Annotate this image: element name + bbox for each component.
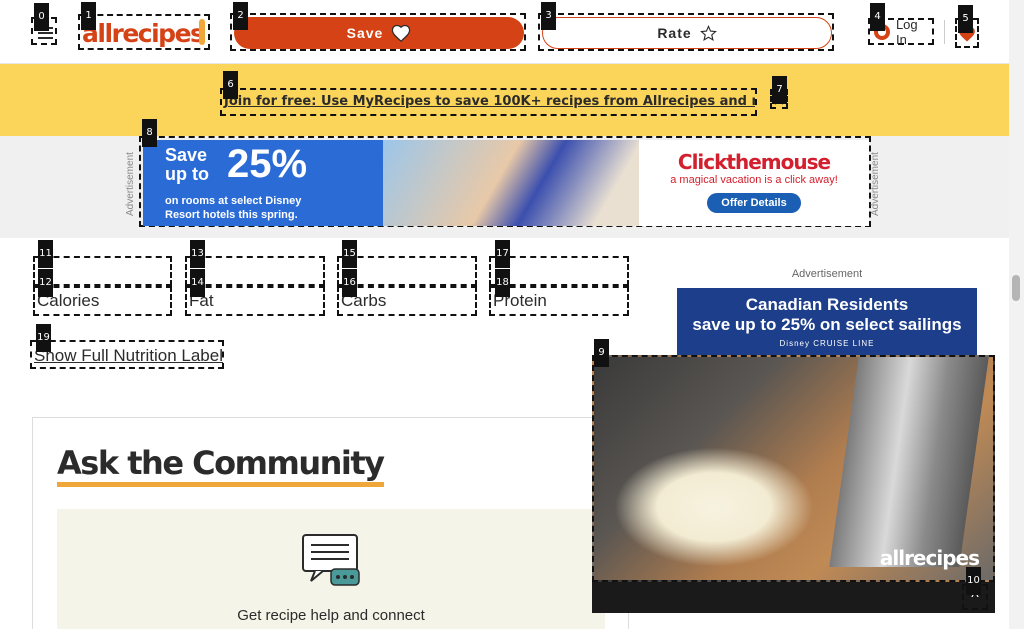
side-ad-banner[interactable]: Canadian Residents save up to 25% on sel… <box>677 288 977 358</box>
save-button-inner: Save <box>234 17 524 49</box>
marker-badge: 0 <box>34 3 49 31</box>
rate-button[interactable]: Rate <box>538 13 834 51</box>
ad-sub-line1: on rooms at select Disney <box>165 195 302 207</box>
rate-button-inner: Rate <box>542 17 832 49</box>
community-title: Ask the Community <box>57 444 385 487</box>
ad-side-label: Advertisement <box>870 152 881 216</box>
video-player[interactable]: allrecipes <box>592 355 995 582</box>
marker-badge: 19 <box>36 324 51 352</box>
marker-badge: 5 <box>958 5 973 33</box>
marker-badge: 4 <box>870 3 885 31</box>
video-cheese <box>614 447 814 567</box>
nutrition-value-calories <box>33 256 172 286</box>
video-control-bar <box>592 582 995 613</box>
save-button[interactable]: Save <box>230 13 526 51</box>
nutrition-label-calories: Calories <box>33 286 172 316</box>
side-ad-line2: save up to 25% on select sailings <box>692 315 962 334</box>
login-label: Log In <box>895 16 918 47</box>
ad-photo <box>383 140 639 226</box>
marker-badge: 13 <box>190 240 205 268</box>
ad-disney-panel: Save up to 25% on rooms at select Disney… <box>143 140 639 226</box>
marker-badge: 14 <box>190 269 205 297</box>
community-text: Get recipe help and connect <box>237 607 425 624</box>
marker-badge: 18 <box>495 269 510 297</box>
marker-badge: 17 <box>495 240 510 268</box>
ad-save-text: Save up to <box>165 146 209 184</box>
marker-badge: 11 <box>38 240 53 268</box>
community-box: Get recipe help and connect <box>57 509 605 629</box>
top-ad-area: Advertisement Save up to 25% on rooms at… <box>0 136 1009 238</box>
ad-sub-line2: Resort hotels this spring. <box>165 209 298 221</box>
heart-icon <box>392 24 411 42</box>
ad-save-line1: Save <box>165 145 208 165</box>
marker-badge: 15 <box>342 240 357 268</box>
top-ad-banner[interactable]: Save up to 25% on rooms at select Disney… <box>139 136 871 227</box>
video-logo: allrecipes <box>879 546 980 570</box>
star-icon <box>699 24 717 41</box>
video-grater <box>829 357 989 567</box>
save-label: Save <box>346 25 384 41</box>
ad-brand: Clickthemouse <box>677 150 831 174</box>
marker-badge: 6 <box>223 71 238 99</box>
side-ad-label: Advertisement <box>791 268 863 280</box>
header-divider <box>944 20 945 44</box>
ad-save-line2: up to <box>165 164 209 184</box>
marker-badge: 10 <box>966 567 981 595</box>
ad-tagline: a magical vacation is a click away! <box>670 174 838 186</box>
join-link[interactable]: Join for free: Use MyRecipes to save 100… <box>220 88 757 116</box>
logo-accent-icon <box>199 19 205 45</box>
side-ad-line1: Canadian Residents <box>745 295 909 314</box>
scrollbar-thumb[interactable] <box>1012 275 1020 301</box>
page-scrollbar[interactable] <box>1009 0 1024 629</box>
logo-text: allrecipes <box>82 19 205 48</box>
hamburger-icon-bar <box>38 32 53 34</box>
side-ad-line3: Disney CRUISE LINE <box>779 339 875 348</box>
ad-subtext: on rooms at select Disney Resort hotels … <box>165 194 301 222</box>
marker-badge: 7 <box>772 76 787 104</box>
hamburger-icon-bar <box>38 37 53 39</box>
site-logo[interactable]: allrecipes <box>78 14 210 50</box>
marker-badge: 12 <box>38 269 53 297</box>
nutrition-label-protein: Protein <box>489 286 629 316</box>
site-header: 0 allrecipes 1 Save 2 Rate 3 Log In 4 5 <box>0 0 1009 64</box>
marker-badge: 1 <box>81 2 96 30</box>
ad-percent: 25% <box>227 142 308 186</box>
ad-side-label: Advertisement <box>125 152 136 216</box>
nutrition-label-fat: Fat <box>185 286 325 316</box>
marker-badge: 2 <box>233 2 248 30</box>
nutrition-label-carbs: Carbs <box>337 286 477 316</box>
rate-label: Rate <box>657 25 692 41</box>
nutrition-value-protein <box>489 256 629 286</box>
ask-community-card: Ask the Community Get recipe help and co… <box>32 417 629 629</box>
show-full-nutrition-label-link[interactable]: Show Full Nutrition Label <box>30 340 224 369</box>
marker-badge: 3 <box>541 2 556 30</box>
ad-brand-panel: Clickthemouse a magical vacation is a cl… <box>639 140 869 226</box>
nutrition-value-fat <box>185 256 325 286</box>
offer-details-button[interactable]: Offer Details <box>707 193 801 213</box>
nutrition-value-carbs <box>337 256 477 286</box>
marker-badge: 8 <box>142 119 157 147</box>
chat-bubbles-icon <box>302 534 360 586</box>
marker-badge: 16 <box>342 269 357 297</box>
marker-badge: 9 <box>594 339 609 367</box>
